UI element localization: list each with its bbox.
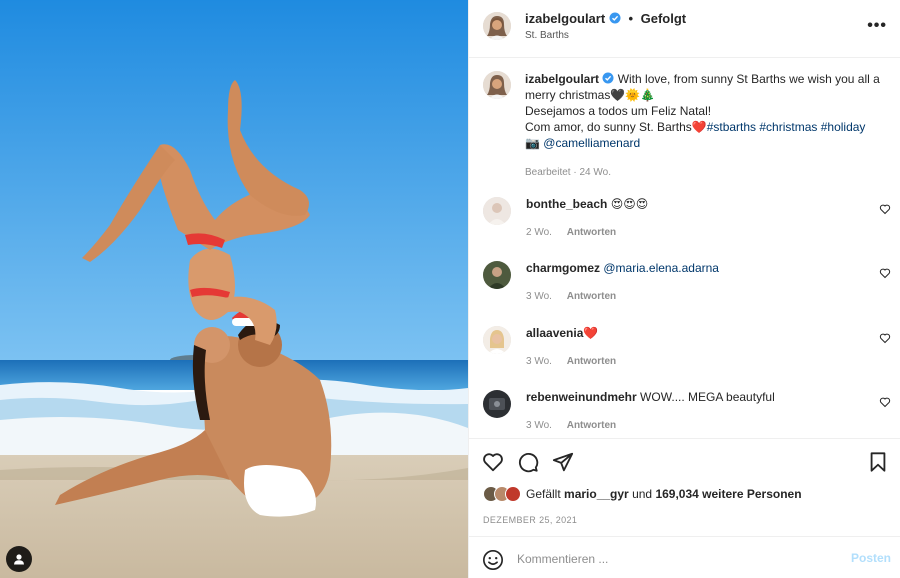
post-actions: Gefällt mario__gyr und 169,034 weitere P… <box>469 438 900 536</box>
comment-time[interactable]: 3 Wo. <box>526 356 552 367</box>
comment-username[interactable]: bonthe_beach <box>526 197 607 211</box>
comment-time[interactable]: 3 Wo. <box>526 420 552 431</box>
comment-time[interactable]: 2 Wo. <box>526 227 552 238</box>
like-comment-heart-icon[interactable] <box>879 396 891 408</box>
author-avatar[interactable] <box>483 12 511 40</box>
camera-emoji: 📷 <box>525 136 540 150</box>
reply-button[interactable]: Antworten <box>567 356 616 367</box>
comment-icon[interactable] <box>517 451 539 473</box>
post-location[interactable]: St. Barths <box>525 30 569 41</box>
caption-meta: Bearbeitet · 24 Wo. <box>525 167 611 178</box>
user-icon <box>14 554 24 565</box>
comments-list[interactable]: izabelgoulart With love, from sunny St B… <box>469 58 900 438</box>
reply-button[interactable]: Antworten <box>567 420 616 431</box>
comment-row: allaavenia❤️ 3 Wo. Antworten <box>469 326 900 390</box>
emoji-icon[interactable] <box>482 549 504 571</box>
comment-text[interactable]: @maria.elena.adarna <box>603 261 719 275</box>
share-icon[interactable] <box>552 451 574 473</box>
caption-line-3: Com amor, do sunny St. Barths❤️ <box>525 120 707 134</box>
more-horizontal-icon: ••• <box>867 17 887 34</box>
liker-username[interactable]: mario__gyr <box>564 487 629 501</box>
commenter-avatar[interactable] <box>483 261 511 289</box>
liker-avatar <box>505 486 521 502</box>
comment-input[interactable] <box>517 550 837 568</box>
liker-avatars <box>483 486 521 502</box>
comment-row: charmgomez @maria.elena.adarna 3 Wo. Ant… <box>469 261 900 325</box>
commenter-avatar[interactable] <box>483 197 511 225</box>
caption-author-avatar[interactable] <box>483 71 511 99</box>
verified-badge-icon <box>609 12 621 24</box>
like-comment-heart-icon[interactable] <box>879 267 891 279</box>
post-header: izabelgoulart • Gefolgt St. Barths ••• <box>469 0 900 58</box>
comment-username[interactable]: charmgomez <box>526 261 600 275</box>
author-username[interactable]: izabelgoulart <box>525 11 605 26</box>
comment-username[interactable]: allaavenia <box>526 326 583 340</box>
heart-icon[interactable] <box>482 451 504 473</box>
caption-line-2: Desejamos a todos um Feliz Natal! <box>525 104 712 118</box>
like-comment-heart-icon[interactable] <box>879 203 891 215</box>
comment-text: ❤️ <box>583 326 599 340</box>
comment-composer: Posten <box>469 536 900 578</box>
comment-row: bonthe_beach 😍😍😍 2 Wo. Antworten <box>469 197 900 261</box>
tagged-users-button[interactable] <box>6 546 32 572</box>
caption-mention[interactable]: @camelliamenard <box>543 136 640 150</box>
commenter-avatar[interactable] <box>483 390 511 418</box>
likes-prefix: Gefällt <box>526 487 561 501</box>
following-button[interactable]: Gefolgt <box>641 11 687 26</box>
caption-hashtags[interactable]: #stbarths #christmas #holiday <box>707 120 866 134</box>
separator-dot: • <box>628 11 633 26</box>
reply-button[interactable]: Antworten <box>567 291 616 302</box>
like-comment-heart-icon[interactable] <box>879 332 891 344</box>
verified-badge-icon <box>602 72 614 84</box>
more-options-button[interactable]: ••• <box>867 17 887 35</box>
caption-username[interactable]: izabelgoulart <box>525 72 599 86</box>
bookmark-icon[interactable] <box>867 451 889 473</box>
comment-text: 😍😍😍 <box>610 197 649 211</box>
comment-row: rebenweinundmehr WOW.... MEGA beautyful … <box>469 390 900 438</box>
comment-text: WOW.... MEGA beautyful <box>640 390 775 404</box>
reply-button[interactable]: Antworten <box>567 227 616 238</box>
commenter-avatar[interactable] <box>483 326 511 354</box>
likes-middle: und <box>632 487 653 501</box>
post-comment-button[interactable]: Posten <box>851 551 891 565</box>
post-sidebar: izabelgoulart • Gefolgt St. Barths ••• i… <box>468 0 900 578</box>
comment-username[interactable]: rebenweinundmehr <box>526 390 637 404</box>
post-caption: izabelgoulart With love, from sunny St B… <box>525 71 885 181</box>
beach-acro-yoga-image <box>0 0 468 578</box>
likes-count-link[interactable]: 169,034 weitere Personen <box>655 487 801 501</box>
post-photo[interactable] <box>0 0 468 578</box>
post-date[interactable]: DEZEMBER 25, 2021 <box>483 515 577 525</box>
comment-time[interactable]: 3 Wo. <box>526 291 552 302</box>
likes-summary: Gefällt mario__gyr und 169,034 weitere P… <box>483 486 802 502</box>
author-row: izabelgoulart • Gefolgt <box>525 11 686 26</box>
